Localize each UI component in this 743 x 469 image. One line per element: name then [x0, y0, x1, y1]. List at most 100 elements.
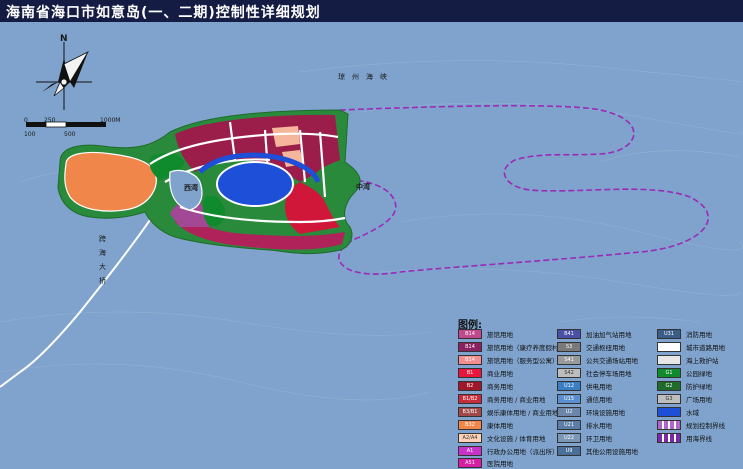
middle-bay-label: 中湾 [356, 183, 370, 191]
legend-swatch: A1 [458, 446, 482, 456]
legend-item: S42 社会停车场用地 [557, 368, 632, 378]
legend-swatch: A51 [458, 458, 482, 468]
legend-label: 医院用地 [487, 460, 513, 468]
legend-swatch [657, 420, 681, 430]
legend-label: 商务用地 [487, 383, 513, 391]
legend-label: 康体用地 [487, 422, 513, 430]
legend-swatch: B41 [557, 329, 581, 339]
legend-label: 旅馆用地 [487, 331, 513, 339]
legend-item: G3 广场用地 [657, 394, 712, 404]
legend-label: 商务用地 / 商业用地 [487, 396, 546, 404]
bridge-line [19, 196, 166, 373]
legend-label: 供电用地 [586, 383, 612, 391]
scale-label-0: 0 [24, 117, 28, 124]
legend-item: B1/B2 商务用地 / 商业用地 [458, 394, 545, 404]
legend-label: 通信用地 [586, 396, 612, 404]
legend-label: 娱乐康体用地 / 商业用地 [487, 409, 559, 417]
legend-swatch: B32 [458, 420, 482, 430]
bridge-label: 跨海大桥 [99, 235, 106, 285]
legend-item: 规划控制界线 [657, 420, 725, 430]
legend-swatch [657, 342, 681, 352]
sports-block [64, 151, 157, 212]
legend-swatch: U12 [557, 381, 581, 391]
legend-item: B1 商业用地 [458, 368, 513, 378]
legend-item: 城市道路用地 [657, 342, 725, 352]
legend-label: 广场用地 [686, 396, 712, 404]
legend-item: U9 其他公用设施用地 [557, 446, 638, 456]
legend-label: 文化设施 / 体育用地 [487, 435, 546, 443]
legend-label: 公共交通场站用地 [586, 357, 638, 365]
scale-label-500: 500 [64, 131, 76, 138]
legend-item: A51 医院用地 [458, 458, 513, 468]
legend-swatch [657, 355, 681, 365]
legend-label: 排水用地 [586, 422, 612, 430]
legend-item: 海上救护站 [657, 355, 719, 365]
legend-label: 商业用地 [487, 370, 513, 378]
legend-swatch: U31 [657, 329, 681, 339]
west-bay-label: 西湾 [184, 184, 198, 192]
strait-label: 琼 州 海 峡 [338, 73, 387, 81]
legend-swatch: S3 [557, 342, 581, 352]
compass-north-label: N [60, 34, 68, 44]
scale-bar [26, 121, 106, 128]
legend-item: 用海界线 [657, 433, 712, 443]
legend-label: 行政办公用地（派出所） [487, 448, 559, 456]
legend-swatch: B1 [458, 368, 482, 378]
legend-item: U15 通信用地 [557, 394, 612, 404]
legend-item: U2 环境设施用地 [557, 407, 625, 417]
legend-swatch: A2/A4 [458, 433, 482, 443]
legend-item: A1 行政办公用地（派出所） [458, 446, 559, 456]
legend-swatch: B14 [458, 342, 482, 352]
legend-item: B14 旅馆用地（康疗养度假村） [458, 342, 565, 352]
legend-swatch: U22 [557, 433, 581, 443]
planning-map [0, 42, 743, 401]
legend-swatch: U2 [557, 407, 581, 417]
legend-swatch: G1 [657, 368, 681, 378]
legend-label: 消防用地 [686, 331, 712, 339]
scale-label-250: 250 [44, 117, 56, 124]
public-block-1 [272, 126, 300, 147]
sea-use-boundary [338, 104, 709, 275]
legend-item: U31 消防用地 [657, 329, 712, 339]
legend-item: G1 公园绿地 [657, 368, 712, 378]
scale-label-1000m: 1000M [100, 117, 121, 124]
legend-item: B41 加油加气站用地 [557, 329, 632, 339]
legend-item: B3/B1 娱乐康体用地 / 商业用地 [458, 407, 558, 417]
legend-swatch: B14 [458, 329, 482, 339]
legend-swatch: B2 [458, 381, 482, 391]
legend-label: 规划控制界线 [686, 422, 725, 430]
legend-item: B14 旅馆用地 [458, 329, 513, 339]
legend-item: U12 供电用地 [557, 381, 612, 391]
central-lake [216, 161, 294, 207]
legend-label: 旅馆用地（服务型公寓） [487, 357, 559, 365]
legend-swatch: B14 [458, 355, 482, 365]
legend-swatch: S41 [557, 355, 581, 365]
legend-swatch [657, 433, 681, 443]
legend-item: U22 环卫用地 [557, 433, 612, 443]
legend-label: 加油加气站用地 [586, 331, 632, 339]
title-bar: 海南省海口市如意岛(一、二期)控制性详细规划 [0, 0, 743, 22]
legend-swatch: B1/B2 [458, 394, 482, 404]
legend-label: 防护绿地 [686, 383, 712, 391]
bridge-end [0, 371, 21, 388]
legend-item: 水域 [657, 407, 699, 417]
compass-rose [36, 42, 92, 110]
legend-swatch: U21 [557, 420, 581, 430]
legend-label: 交通枢纽用地 [586, 344, 625, 352]
legend-item: U21 排水用地 [557, 420, 612, 430]
legend-label: 海上救护站 [686, 357, 719, 365]
legend-swatch: G3 [657, 394, 681, 404]
legend-item: G2 防护绿地 [657, 381, 712, 391]
map-title: 海南省海口市如意岛(一、二期)控制性详细规划 [6, 5, 321, 21]
legend-label: 水域 [686, 409, 699, 417]
legend-item: A2/A4 文化设施 / 体育用地 [458, 433, 545, 443]
legend-label: 其他公用设施用地 [586, 448, 638, 456]
legend-item: B2 商务用地 [458, 381, 513, 391]
legend-item: B14 旅馆用地（服务型公寓） [458, 355, 559, 365]
legend-label: 城市道路用地 [686, 344, 725, 352]
map-stage: 海南省海口市如意岛(一、二期)控制性详细规划 N 0 250 100 500 1… [0, 0, 743, 469]
legend-swatch: G2 [657, 381, 681, 391]
scale-label-100: 100 [24, 131, 36, 138]
legend-item: S3 交通枢纽用地 [557, 342, 625, 352]
legend-item: B32 康体用地 [458, 420, 513, 430]
